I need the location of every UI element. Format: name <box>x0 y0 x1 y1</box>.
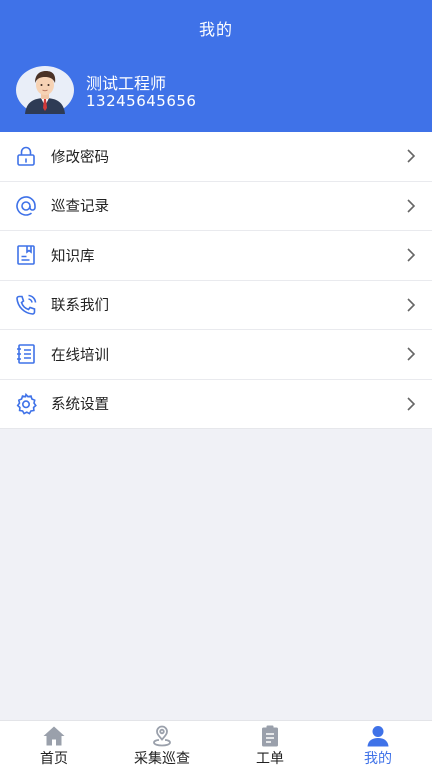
menu-item-online-training[interactable]: 在线培训 <box>0 330 432 380</box>
tab-collect-inspection[interactable]: 采集巡查 <box>108 721 216 768</box>
chevron-right-icon <box>406 148 416 164</box>
tab-label: 工单 <box>256 751 284 767</box>
location-pin-icon <box>150 725 174 747</box>
menu-item-knowledge-base[interactable]: 知识库 <box>0 231 432 281</box>
notebook-icon <box>14 342 38 366</box>
tab-home[interactable]: 首页 <box>0 721 108 768</box>
menu-item-label: 系统设置 <box>51 397 109 414</box>
home-icon <box>42 725 66 747</box>
tab-label: 采集巡查 <box>134 751 190 767</box>
menu-item-label: 知识库 <box>51 248 95 265</box>
menu-item-label: 在线培训 <box>51 347 109 364</box>
tab-label: 我的 <box>364 751 392 767</box>
header: 我的 测试工程师 13245645656 <box>0 0 432 132</box>
page-title: 我的 <box>198 20 233 39</box>
menu-item-change-password[interactable]: 修改密码 <box>0 132 432 182</box>
avatar[interactable] <box>16 66 74 114</box>
user-phone: 13245645656 <box>86 92 197 110</box>
gear-icon <box>14 392 38 416</box>
menu-item-inspection-records[interactable]: 巡查记录 <box>0 182 432 231</box>
user-icon <box>366 725 390 747</box>
menu-list: 修改密码 巡查记录 知识库 联系我们 在线培训 系统设置 <box>0 132 432 429</box>
menu-item-label: 联系我们 <box>51 298 109 315</box>
tab-mine[interactable]: 我的 <box>324 721 432 768</box>
chevron-right-icon <box>406 297 416 313</box>
chevron-right-icon <box>406 247 416 263</box>
tab-work-order[interactable]: 工单 <box>216 721 324 768</box>
lock-icon <box>14 144 38 168</box>
chevron-right-icon <box>406 198 416 214</box>
at-icon <box>14 194 38 218</box>
phone-icon <box>14 293 38 317</box>
menu-item-contact-us[interactable]: 联系我们 <box>0 281 432 330</box>
bottom-tab-bar: 首页 采集巡查 工单 我的 <box>0 720 432 768</box>
menu-item-system-settings[interactable]: 系统设置 <box>0 380 432 429</box>
menu-item-label: 修改密码 <box>51 149 109 166</box>
tab-label: 首页 <box>40 751 68 767</box>
clipboard-icon <box>258 725 282 747</box>
user-name: 测试工程师 <box>86 74 167 93</box>
chevron-right-icon <box>406 396 416 412</box>
menu-item-label: 巡查记录 <box>51 199 109 216</box>
book-icon <box>14 243 38 267</box>
avatar-illustration-icon <box>16 66 74 114</box>
chevron-right-icon <box>406 346 416 362</box>
